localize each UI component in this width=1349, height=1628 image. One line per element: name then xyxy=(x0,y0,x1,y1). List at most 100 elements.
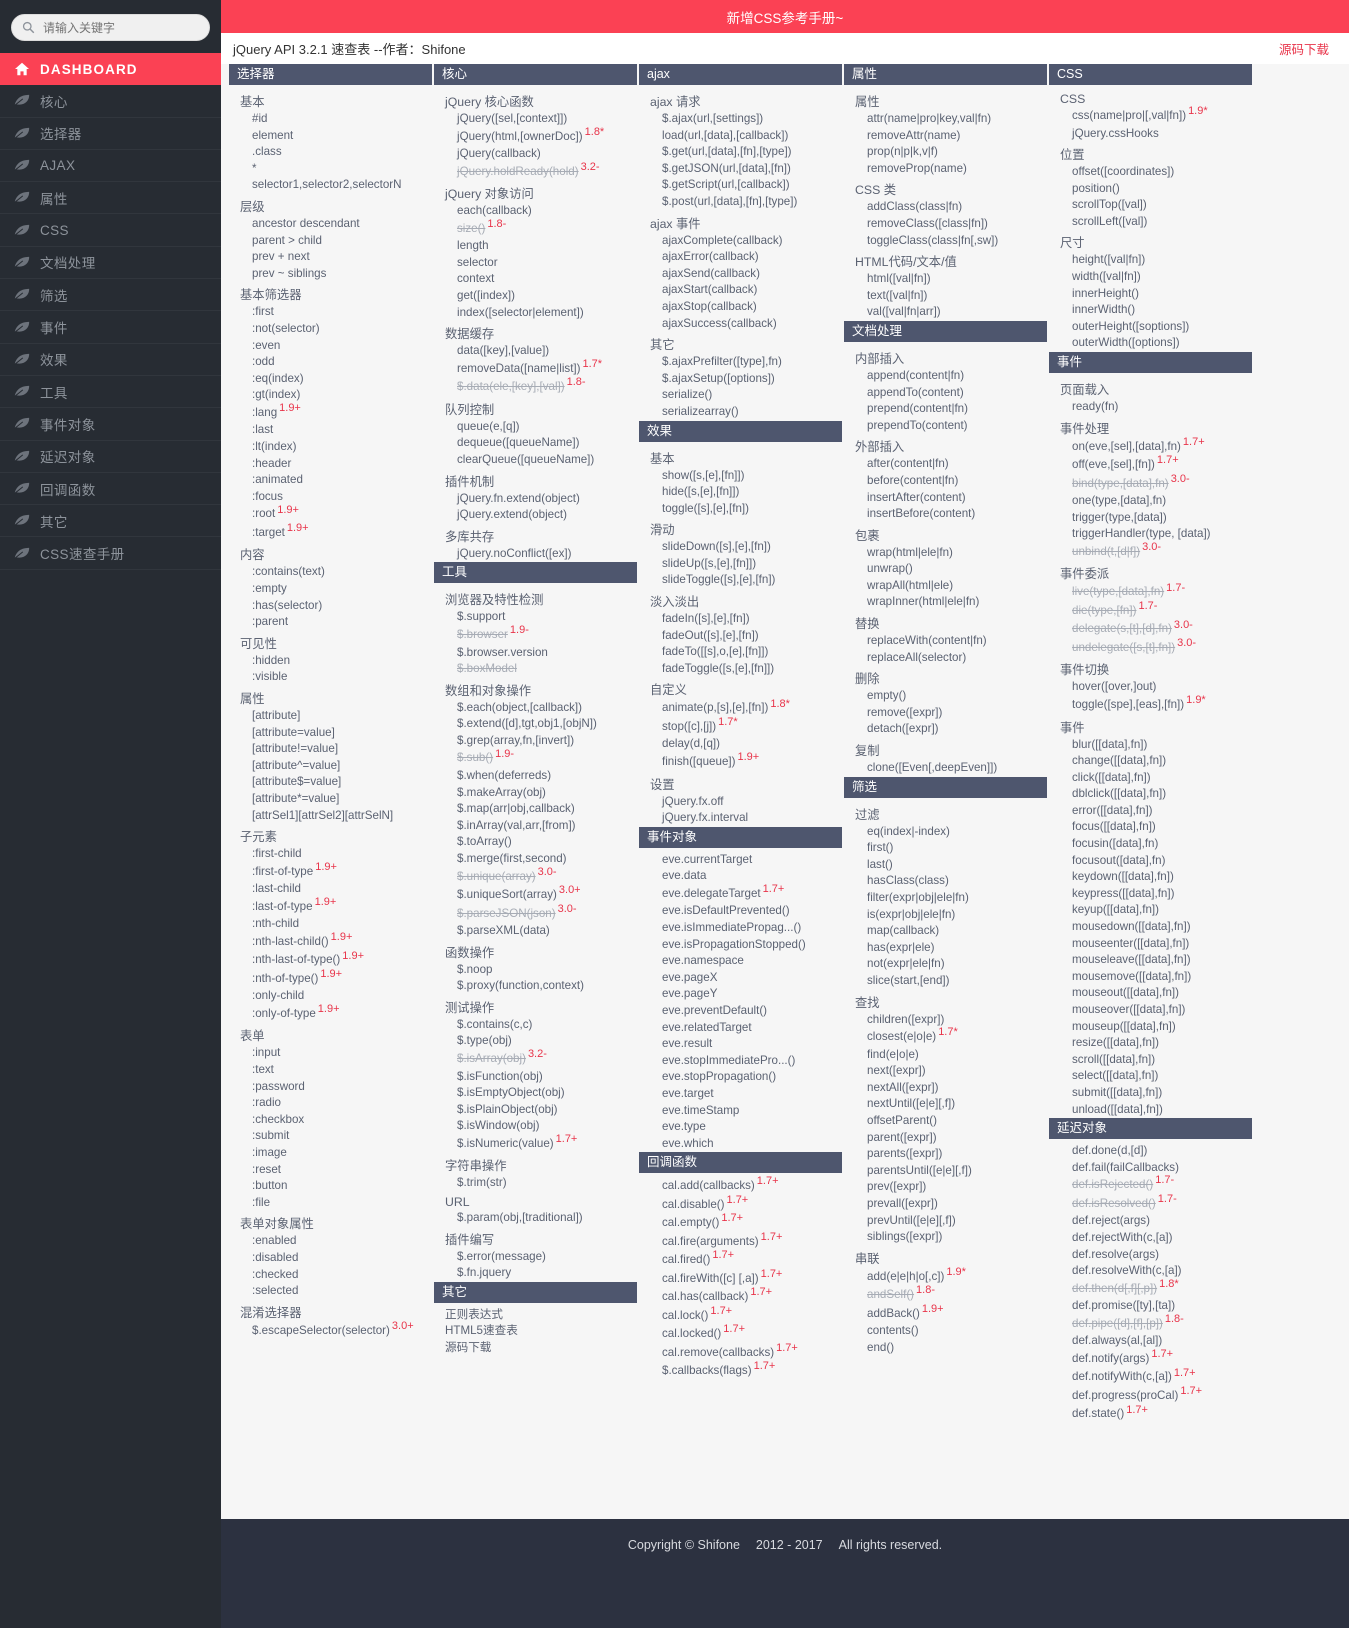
api-item[interactable]: mouseover([[data],fn]) xyxy=(1048,1002,1253,1019)
api-item[interactable]: toggle([s],[e],[fn]) xyxy=(638,501,843,518)
api-item[interactable]: $.extend([d],tgt,obj1,[objN]) xyxy=(433,716,638,733)
api-item[interactable]: submit([[data],fn]) xyxy=(1048,1085,1253,1102)
sidebar-item-10[interactable]: 工具 xyxy=(0,376,221,409)
api-item[interactable]: $.unique(array) 3.0- xyxy=(433,866,638,887)
api-item[interactable]: eve.data xyxy=(638,868,843,885)
api-item[interactable]: :text xyxy=(228,1062,433,1079)
api-item[interactable]: keypress([[data],fn]) xyxy=(1048,886,1253,903)
api-item[interactable]: ancestor descendant xyxy=(228,216,433,233)
api-item[interactable]: is(expr|obj|ele|fn) xyxy=(843,907,1048,924)
api-item[interactable]: html([val|fn]) xyxy=(843,271,1048,288)
api-item[interactable]: ready(fn) xyxy=(1048,399,1253,416)
api-item[interactable]: $.ajaxPrefilter([type],fn) xyxy=(638,354,843,371)
api-item[interactable]: nextAll([expr]) xyxy=(843,1080,1048,1097)
api-item[interactable]: ajaxStop(callback) xyxy=(638,299,843,316)
api-item[interactable]: $.getScript(url,[callback]) xyxy=(638,177,843,194)
api-item[interactable]: not(expr|ele|fn) xyxy=(843,956,1048,973)
sidebar-item-15[interactable]: CSS速查手册 xyxy=(0,537,221,570)
api-item[interactable]: focusin([data],fn) xyxy=(1048,836,1253,853)
api-item[interactable]: $.trim(str) xyxy=(433,1175,638,1192)
api-item[interactable]: click([[data],fn]) xyxy=(1048,770,1253,787)
api-item[interactable]: scrollTop([val]) xyxy=(1048,197,1253,214)
api-item[interactable]: def.isResolved() 1.7- xyxy=(1048,1193,1253,1214)
api-item[interactable]: :eq(index) xyxy=(228,371,433,388)
api-item[interactable]: ajaxSuccess(callback) xyxy=(638,316,843,333)
search-box[interactable] xyxy=(11,14,210,41)
api-item[interactable]: [attribute!=value] xyxy=(228,741,433,758)
api-item[interactable]: show([s,[e],[fn]]) xyxy=(638,468,843,485)
api-item[interactable]: addBack() 1.9+ xyxy=(843,1303,1048,1324)
api-item[interactable]: $.inArray(val,arr,[from]) xyxy=(433,818,638,835)
api-item[interactable]: contents() xyxy=(843,1323,1048,1340)
api-item[interactable]: wrapInner(html|ele|fn) xyxy=(843,594,1048,611)
api-item[interactable]: nextUntil([e|e][,f]) xyxy=(843,1096,1048,1113)
api-item[interactable]: toggle([spe],[eas],[fn]) 1.9* xyxy=(1048,695,1253,715)
api-item[interactable]: delegate(s,[t],[d],fn) 3.0- xyxy=(1048,619,1253,639)
api-item[interactable]: jQuery(html,[ownerDoc]) 1.8* xyxy=(433,126,638,147)
api-item[interactable]: :disabled xyxy=(228,1250,433,1267)
api-item[interactable]: $.isPlainObject(obj) xyxy=(433,1102,638,1119)
api-item[interactable]: fadeToggle([s,[e],[fn]]) xyxy=(638,661,843,678)
api-item[interactable]: :parent xyxy=(228,614,433,631)
api-item[interactable]: find(e|o|e) xyxy=(843,1047,1048,1064)
api-item[interactable]: $.parseXML(data) xyxy=(433,923,638,940)
api-item[interactable]: def.isRejected() 1.7- xyxy=(1048,1175,1253,1195)
api-item[interactable]: scrollLeft([val]) xyxy=(1048,214,1253,231)
api-item[interactable]: data([key],[value]) xyxy=(433,343,638,360)
api-item[interactable]: map(callback) xyxy=(843,923,1048,940)
api-item[interactable]: :image xyxy=(228,1145,433,1162)
api-item[interactable]: #id xyxy=(228,111,433,128)
api-item[interactable]: last() xyxy=(843,857,1048,874)
api-item[interactable]: $.error(message) xyxy=(433,1249,638,1266)
api-item[interactable]: prependTo(content) xyxy=(843,418,1048,435)
api-item[interactable]: eve.namespace xyxy=(638,953,843,970)
api-item[interactable]: mouseup([[data],fn]) xyxy=(1048,1019,1253,1036)
api-item[interactable]: [attrSel1][attrSel2][attrSelN] xyxy=(228,808,433,825)
api-item[interactable]: prevall([expr]) xyxy=(843,1196,1048,1213)
api-item[interactable]: [attribute$=value] xyxy=(228,774,433,791)
api-item[interactable]: unwrap() xyxy=(843,561,1048,578)
api-item[interactable]: undelegate([s,[t],fn]) 3.0- xyxy=(1048,638,1253,658)
api-item[interactable]: eve.stopImmediatePro...() xyxy=(638,1053,843,1070)
api-item[interactable]: $.callbacks(flags) 1.7+ xyxy=(638,1361,843,1381)
api-item[interactable]: def.resolveWith(c,[a]) xyxy=(1048,1263,1253,1280)
api-item[interactable]: jQuery.fx.off xyxy=(638,794,843,811)
api-item[interactable]: siblings([expr]) xyxy=(843,1229,1048,1246)
api-item[interactable]: $.isFunction(obj) xyxy=(433,1069,638,1086)
api-item[interactable]: bind(type,[data],fn) 3.0- xyxy=(1048,473,1253,494)
api-item[interactable]: cal.fireWith([c] [,a]) 1.7+ xyxy=(638,1268,843,1289)
api-item[interactable]: $.isArray(obj) 3.2- xyxy=(433,1049,638,1069)
api-item[interactable]: focusout([data],fn) xyxy=(1048,853,1253,870)
api-item[interactable]: :target 1.9+ xyxy=(228,523,433,543)
api-item[interactable]: def.reject(args) xyxy=(1048,1213,1253,1230)
api-item[interactable]: first() xyxy=(843,840,1048,857)
api-item[interactable]: :only-of-type 1.9+ xyxy=(228,1004,433,1024)
api-item[interactable]: $.ajaxSetup([options]) xyxy=(638,371,843,388)
api-item[interactable]: def.progress(proCal) 1.7+ xyxy=(1048,1386,1253,1406)
api-item[interactable]: scroll([[data],fn]) xyxy=(1048,1052,1253,1069)
api-item[interactable]: eve.preventDefault() xyxy=(638,1003,843,1020)
api-item[interactable]: $.getJSON(url,[data],[fn]) xyxy=(638,161,843,178)
api-item[interactable]: fadeOut([s],[e],[fn]) xyxy=(638,628,843,645)
api-item[interactable]: :lang 1.9+ xyxy=(228,403,433,423)
api-item[interactable]: mouseleave([[data],fn]) xyxy=(1048,952,1253,969)
api-item[interactable]: :empty xyxy=(228,581,433,598)
api-item[interactable]: prev + next xyxy=(228,249,433,266)
api-item[interactable]: trigger(type,[data]) xyxy=(1048,510,1253,527)
api-item[interactable]: height([val|fn]) xyxy=(1048,252,1253,269)
api-item[interactable]: $.sub() 1.9- xyxy=(433,748,638,768)
api-item[interactable]: .class xyxy=(228,144,433,161)
api-item[interactable]: :file xyxy=(228,1195,433,1212)
api-item[interactable]: change([[data],fn]) xyxy=(1048,753,1253,770)
api-item[interactable]: appendTo(content) xyxy=(843,385,1048,402)
api-item[interactable]: has(expr|ele) xyxy=(843,940,1048,957)
api-item[interactable]: andSelf() 1.8- xyxy=(843,1285,1048,1305)
api-item[interactable]: $.noop xyxy=(433,962,638,979)
api-item[interactable]: eve.pageX xyxy=(638,970,843,987)
api-item[interactable]: offsetParent() xyxy=(843,1113,1048,1130)
api-item[interactable]: cal.has(callback) 1.7+ xyxy=(638,1287,843,1307)
top-banner[interactable]: 新增CSS参考手册~ xyxy=(221,0,1349,33)
api-item[interactable]: :lt(index) xyxy=(228,439,433,456)
api-item[interactable]: next([expr]) xyxy=(843,1063,1048,1080)
api-item[interactable]: def.fail(failCallbacks) xyxy=(1048,1160,1253,1177)
